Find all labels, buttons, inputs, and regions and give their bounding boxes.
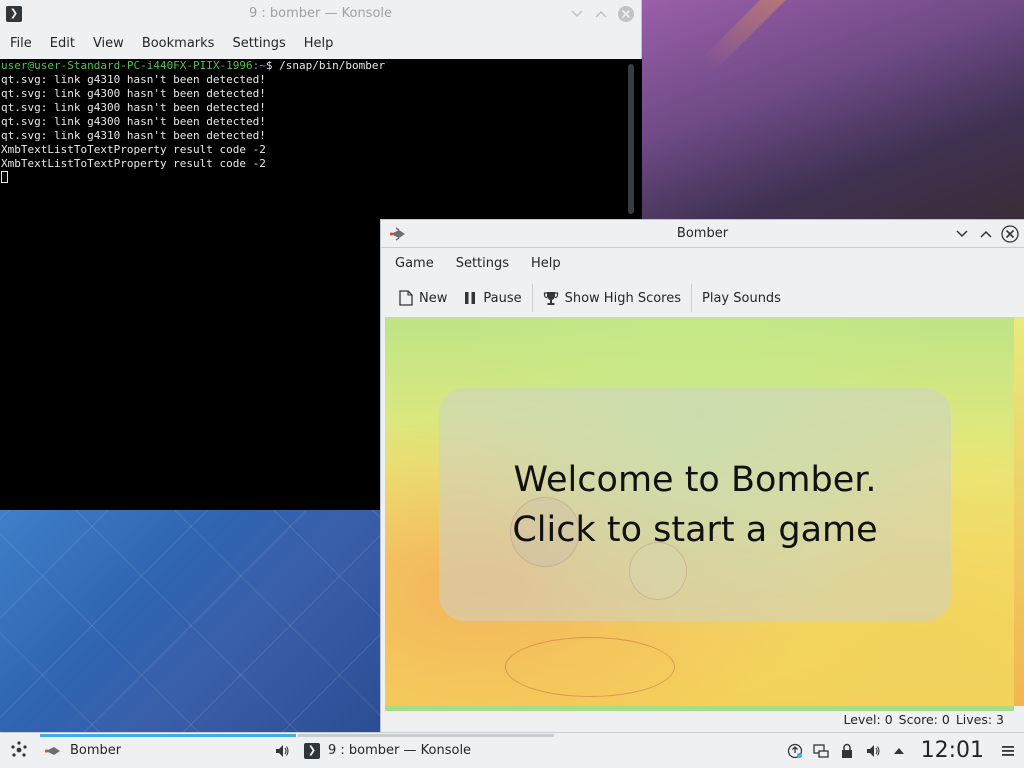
application-launcher-button[interactable] <box>8 739 30 761</box>
konsole-window-title: 9 : bomber — Konsole <box>248 6 393 21</box>
pause-label: Pause <box>483 290 522 306</box>
show-hidden-icons-arrow[interactable] <box>891 743 907 759</box>
terminal-line: XmbTextListToTextProperty result code -2 <box>1 143 266 156</box>
system-tray: 12:01 <box>787 733 1024 768</box>
welcome-message-panel[interactable]: Welcome to Bomber. Click to start a game <box>439 388 951 621</box>
menu-game[interactable]: Game <box>389 249 440 279</box>
new-game-label: New <box>419 290 448 306</box>
chevron-up-icon <box>595 10 607 18</box>
new-document-icon <box>399 290 413 306</box>
bomber-titlebar[interactable]: Bomber <box>381 220 1024 248</box>
bomber-toolbar: New Pause Show High Scores Play Sounds <box>381 282 1024 314</box>
konsole-icon: ❯ <box>304 742 320 759</box>
task-bomber-label: Bomber <box>70 743 122 758</box>
maximize-button[interactable] <box>592 5 610 23</box>
menu-file[interactable]: File <box>4 29 38 59</box>
prompt-user: user@user-Standard-PC-i440FX-PIIX-1996 <box>1 59 253 72</box>
game-canvas[interactable]: Welcome to Bomber. Click to start a game <box>385 317 1014 706</box>
menu-help[interactable]: Help <box>525 249 567 279</box>
terminal-line: qt.svg: link g4310 hasn't been detected! <box>1 129 266 142</box>
score-status: Score: 0 <box>898 711 950 727</box>
wallpaper-region-top-right <box>642 0 1024 220</box>
chevron-down-icon <box>571 10 583 18</box>
terminal-scrollbar[interactable] <box>628 64 634 214</box>
konsole-menubar: File Edit View Bookmarks Settings Help <box>0 29 641 59</box>
minimize-button[interactable] <box>568 5 586 23</box>
welcome-title: Welcome to Bomber. <box>513 459 877 500</box>
speaker-icon <box>276 745 289 757</box>
menu-edit[interactable]: Edit <box>44 29 81 59</box>
network-icon[interactable] <box>812 743 829 759</box>
close-icon <box>1001 225 1019 243</box>
welcome-subtitle: Click to start a game <box>512 509 878 550</box>
close-button[interactable] <box>1001 225 1019 243</box>
panel-menu-icon[interactable] <box>1000 743 1016 759</box>
trophy-icon <box>543 292 558 305</box>
high-scores-label: Show High Scores <box>564 290 681 306</box>
close-button[interactable] <box>617 5 635 23</box>
show-high-scores-button[interactable]: Show High Scores <box>535 283 689 313</box>
minimize-button[interactable] <box>953 225 971 243</box>
task-konsole[interactable]: ❯ 9 : bomber — Konsole <box>304 733 554 768</box>
task-konsole-label: 9 : bomber — Konsole <box>328 743 472 758</box>
terminal-line: XmbTextListToTextProperty result code -2 <box>1 157 266 170</box>
pause-button[interactable]: Pause <box>455 283 529 313</box>
menu-bookmarks[interactable]: Bookmarks <box>136 29 221 59</box>
kde-launcher-icon <box>11 741 27 757</box>
volume-icon[interactable] <box>865 743 881 759</box>
menu-settings[interactable]: Settings <box>450 249 515 279</box>
level-status: Level: 0 <box>843 711 893 727</box>
play-sounds-label: Play Sounds <box>702 290 781 306</box>
prompt-path: :~ <box>252 59 266 72</box>
bomber-menubar: Game Settings Help <box>381 249 1024 279</box>
terminal-line: qt.svg: link g4310 hasn't been detected! <box>1 73 266 86</box>
terminal-line: qt.svg: link g4300 hasn't been detected! <box>1 101 266 114</box>
new-game-button[interactable]: New <box>391 283 455 313</box>
game-canvas-edge <box>1014 317 1024 706</box>
prompt-command: $ /snap/bin/bomber <box>265 59 386 72</box>
clock[interactable]: 12:01 <box>921 738 984 763</box>
updates-icon[interactable] <box>787 743 803 759</box>
wallpaper-pattern <box>0 510 382 732</box>
bomber-window: Bomber Game Settings Help New Pause Show… <box>380 219 1024 732</box>
toolbar-separator <box>531 284 533 312</box>
terminal-line: qt.svg: link g4300 hasn't been detected! <box>1 115 266 128</box>
toolbar-separator <box>691 284 692 312</box>
lives-status: Lives: 3 <box>955 711 1004 727</box>
task-bomber[interactable]: Bomber <box>44 733 296 768</box>
konsole-titlebar[interactable]: ❯ 9 : bomber — Konsole <box>0 0 641 28</box>
ground-contour <box>505 637 675 697</box>
lock-icon[interactable] <box>839 743 855 759</box>
chevron-down-icon <box>956 230 968 238</box>
close-icon <box>618 6 634 22</box>
pause-icon <box>465 292 476 304</box>
menu-help[interactable]: Help <box>298 29 340 59</box>
play-sounds-toggle[interactable]: Play Sounds <box>694 283 789 313</box>
cursor-line <box>1 171 642 185</box>
menu-view[interactable]: View <box>87 29 130 59</box>
chevron-up-icon <box>980 230 992 238</box>
bomber-icon <box>44 746 60 755</box>
bomber-statusbar: Level: 0 Score: 0 Lives: 3 <box>381 706 1024 732</box>
taskbar: Bomber ❯ 9 : bomber — Konsole 12:01 <box>0 732 1024 768</box>
maximize-button[interactable] <box>977 225 995 243</box>
text-cursor <box>1 171 8 183</box>
bomber-window-title: Bomber <box>676 226 729 241</box>
terminal-line: qt.svg: link g4300 hasn't been detected! <box>1 87 266 100</box>
menu-settings[interactable]: Settings <box>226 29 291 59</box>
prompt-line: user@user-Standard-PC-i440FX-PIIX-1996:~… <box>1 59 642 73</box>
